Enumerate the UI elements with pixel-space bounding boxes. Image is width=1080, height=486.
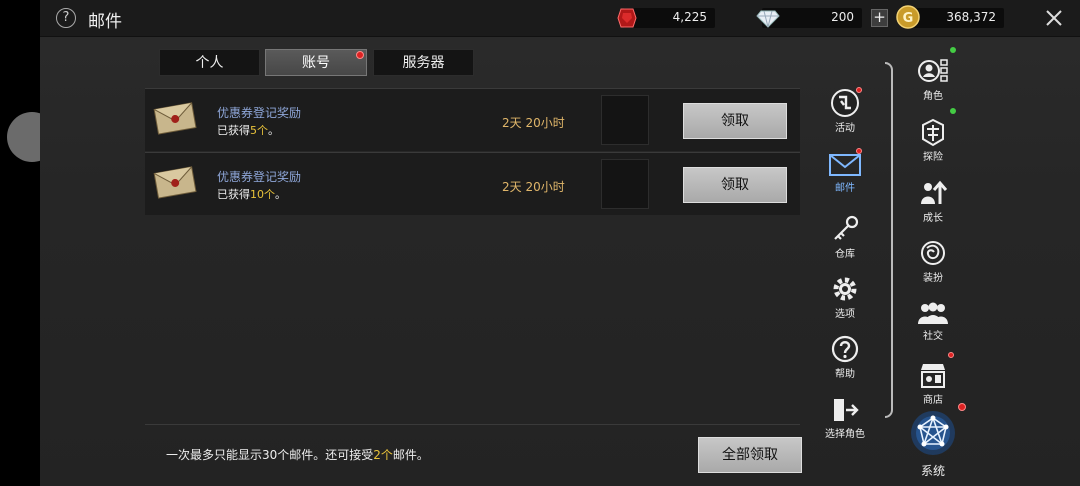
growth-icon bbox=[921, 180, 948, 204]
menu-options[interactable]: 选项 bbox=[815, 274, 875, 320]
adventure-icon bbox=[922, 118, 944, 147]
menu-adventure[interactable]: 探险 bbox=[903, 108, 963, 163]
menu-storage[interactable]: 仓库 bbox=[815, 214, 875, 260]
event-icon bbox=[831, 89, 859, 117]
shop-icon bbox=[921, 364, 945, 388]
menu-select-character[interactable]: 选择角色 bbox=[815, 396, 875, 440]
exit-icon bbox=[834, 399, 859, 421]
menu-event[interactable]: 活动 bbox=[815, 87, 875, 134]
tab-account-label: 账号 bbox=[302, 55, 330, 71]
notification-badge bbox=[948, 352, 954, 358]
notification-badge bbox=[856, 148, 862, 154]
ruby-icon bbox=[617, 8, 637, 28]
diamond-icon bbox=[756, 10, 780, 28]
menu-growth-label: 成长 bbox=[923, 213, 943, 224]
menu-growth[interactable]: 成长 bbox=[903, 178, 963, 224]
notification-badge bbox=[958, 403, 966, 411]
claim-button[interactable]: 领取 bbox=[683, 167, 787, 203]
menu-options-label: 选项 bbox=[835, 309, 855, 320]
menu-event-label: 活动 bbox=[835, 123, 855, 134]
remaining-count: 2个 bbox=[373, 448, 393, 462]
mail-row[interactable]: 优惠券登记奖励 已获得10个。 2天 20小时 领取 bbox=[145, 152, 800, 215]
mail-expiry-time: 2天 20小时 bbox=[502, 180, 565, 194]
social-icon bbox=[918, 302, 948, 324]
mail-subject: 优惠券登记奖励 bbox=[217, 170, 302, 184]
character-icon bbox=[918, 59, 948, 82]
menu-help-label: 帮助 bbox=[835, 369, 855, 380]
reward-slot[interactable] bbox=[601, 95, 649, 145]
menu-character[interactable]: 角色 bbox=[903, 47, 963, 102]
menu-shop-label: 商店 bbox=[923, 395, 943, 406]
gold-icon-glyph: G bbox=[903, 11, 914, 26]
top-bar: ? 邮件 4,225 200 + G 368,372 bbox=[40, 0, 1080, 37]
reward-slot[interactable] bbox=[601, 159, 649, 209]
mail-reward-count: 5个 bbox=[250, 124, 268, 137]
notification-badge bbox=[950, 108, 956, 114]
close-icon[interactable] bbox=[1044, 8, 1064, 28]
menu-mail[interactable]: 邮件 bbox=[815, 148, 875, 194]
mail-subject: 优惠券登记奖励 bbox=[217, 106, 302, 120]
gear-icon bbox=[833, 277, 857, 301]
menu-adventure-label: 探险 bbox=[923, 152, 943, 163]
ruby-counter: 4,225 bbox=[617, 8, 715, 28]
diamond-counter: 200 bbox=[756, 8, 862, 28]
notice-suffix: 邮件。 bbox=[392, 448, 429, 462]
help-button[interactable]: ? bbox=[56, 8, 76, 28]
claim-all-button[interactable]: 全部领取 bbox=[698, 437, 802, 473]
mail-description: 已获得5个。 bbox=[217, 122, 279, 138]
help-icon bbox=[831, 335, 859, 363]
notification-badge bbox=[356, 51, 364, 59]
menu-bracket bbox=[885, 62, 893, 418]
menu-character-label: 角色 bbox=[923, 91, 943, 102]
envelope-icon bbox=[153, 166, 197, 199]
menu-storage-label: 仓库 bbox=[835, 249, 855, 260]
menu-select-character-label: 选择角色 bbox=[825, 429, 865, 440]
diamond-value: 200 bbox=[831, 10, 854, 24]
mail-reward-count: 10个 bbox=[250, 188, 275, 201]
mail-row[interactable]: 优惠券登记奖励 已获得5个。 2天 20小时 领取 bbox=[145, 88, 800, 151]
mail-desc-suffix: 。 bbox=[275, 188, 286, 201]
ruby-value: 4,225 bbox=[672, 10, 707, 24]
envelope-icon bbox=[153, 102, 197, 135]
mail-icon bbox=[829, 154, 861, 176]
mail-desc-suffix: 。 bbox=[268, 124, 279, 137]
menu-mail-label: 邮件 bbox=[835, 183, 855, 194]
claim-button[interactable]: 领取 bbox=[683, 103, 787, 139]
gold-counter: G 368,372 bbox=[896, 5, 1004, 29]
mail-description: 已获得10个。 bbox=[217, 186, 286, 202]
game-screen: ? 邮件 4,225 200 + G 368,372 个人 账号 服务器 优惠券… bbox=[40, 0, 1080, 486]
menu-social-label: 社交 bbox=[923, 331, 943, 342]
mail-expiry-time: 2天 20小时 bbox=[502, 116, 565, 130]
menu-social[interactable]: 社交 bbox=[903, 300, 963, 342]
menu-help[interactable]: 帮助 bbox=[815, 334, 875, 380]
network-icon bbox=[911, 411, 955, 455]
gold-value: 368,372 bbox=[946, 10, 996, 24]
divider bbox=[145, 424, 800, 425]
notification-badge bbox=[856, 87, 862, 93]
mail-desc-prefix: 已获得 bbox=[217, 188, 250, 201]
gold-icon: G bbox=[896, 5, 920, 29]
add-diamond-button[interactable]: + bbox=[871, 9, 888, 27]
menu-costume[interactable]: 装扮 bbox=[903, 238, 963, 284]
tab-server[interactable]: 服务器 bbox=[373, 49, 474, 76]
notice-prefix: 一次最多只能显示30个邮件。还可接受 bbox=[166, 448, 374, 462]
menu-costume-label: 装扮 bbox=[923, 273, 943, 284]
mail-list: 优惠券登记奖励 已获得5个。 2天 20小时 领取 优惠券登记奖励 已获得10个… bbox=[145, 88, 800, 216]
costume-icon bbox=[921, 241, 945, 265]
mail-capacity-notice: 一次最多只能显示30个邮件。还可接受2个邮件。 bbox=[166, 446, 429, 463]
system-label: 系统 bbox=[920, 464, 945, 478]
key-icon bbox=[834, 215, 859, 240]
tab-account[interactable]: 账号 bbox=[265, 49, 367, 76]
page-title: 邮件 bbox=[88, 12, 122, 32]
menu-shop[interactable]: 商店 bbox=[903, 352, 963, 406]
system-button[interactable]: 系统 bbox=[908, 403, 966, 479]
tab-personal[interactable]: 个人 bbox=[159, 49, 260, 76]
notification-badge bbox=[950, 47, 956, 53]
mail-desc-prefix: 已获得 bbox=[217, 124, 250, 137]
